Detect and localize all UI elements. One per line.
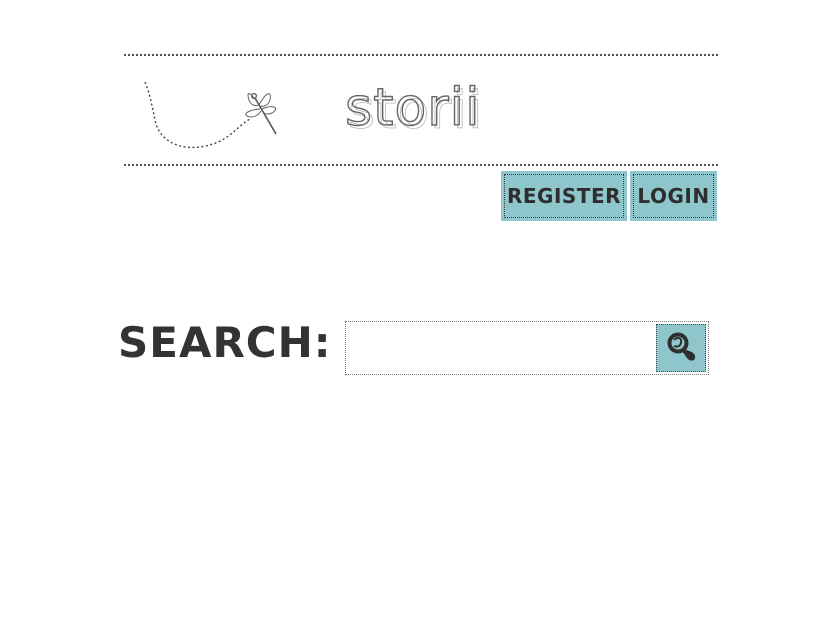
search-icon <box>667 332 696 361</box>
dragonfly-flight-illustration <box>144 81 277 149</box>
search-button[interactable] <box>656 324 706 372</box>
header-bottom-divider <box>124 164 718 166</box>
login-button[interactable]: LOGIN <box>630 171 717 221</box>
search-box <box>345 321 709 375</box>
login-button-label: LOGIN <box>633 174 714 218</box>
site-logo[interactable]: storii <box>344 81 481 134</box>
register-button[interactable]: REGISTER <box>501 171 627 221</box>
dragonfly-icon <box>245 93 277 135</box>
search-label: SEARCH: <box>118 318 332 367</box>
register-button-label: REGISTER <box>504 174 624 218</box>
header-top-divider <box>124 54 718 56</box>
search-input[interactable] <box>348 324 654 372</box>
